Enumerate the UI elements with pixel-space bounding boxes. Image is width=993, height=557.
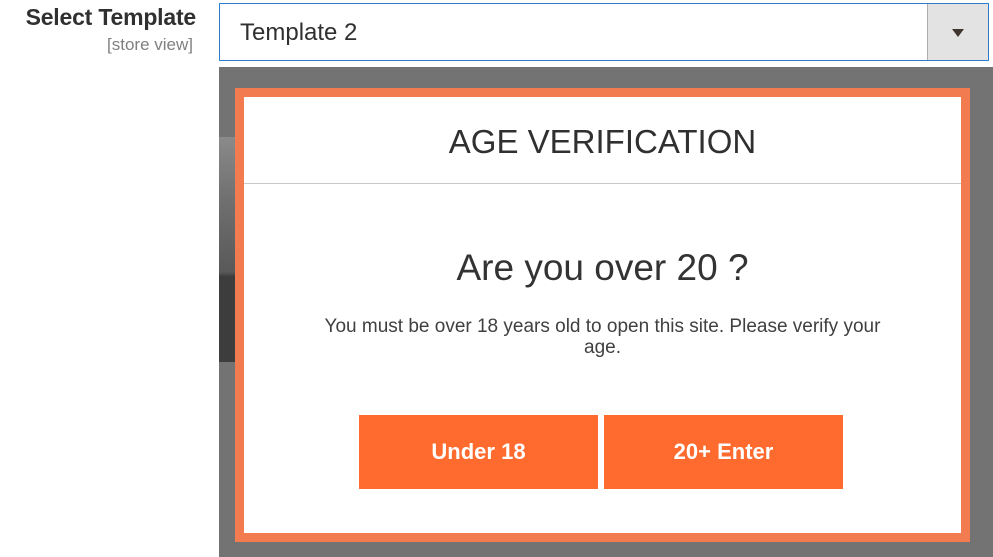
age-verification-popup: AGE VERIFICATION Are you over 20 ? You m…: [235, 88, 970, 542]
popup-message: You must be over 18 years old to open th…: [324, 316, 881, 358]
enter-button[interactable]: 20+ Enter: [604, 415, 843, 489]
template-preview: AGE VERIFICATION Are you over 20 ? You m…: [219, 67, 993, 557]
popup-question: Are you over 20 ?: [456, 247, 749, 288]
select-template-label: Select Template [store view]: [0, 4, 197, 55]
template-select-value: Template 2: [240, 19, 358, 46]
field-title: Select Template: [25, 4, 197, 30]
field-scope: [store view]: [107, 35, 193, 54]
template-select[interactable]: Template 2: [219, 3, 989, 61]
popup-header: AGE VERIFICATION: [244, 97, 961, 184]
select-toggle-button[interactable]: [927, 4, 988, 60]
under-18-button[interactable]: Under 18: [359, 415, 598, 489]
popup-title: AGE VERIFICATION: [448, 123, 757, 160]
chevron-down-icon: [952, 29, 964, 37]
background-image: [219, 137, 235, 362]
